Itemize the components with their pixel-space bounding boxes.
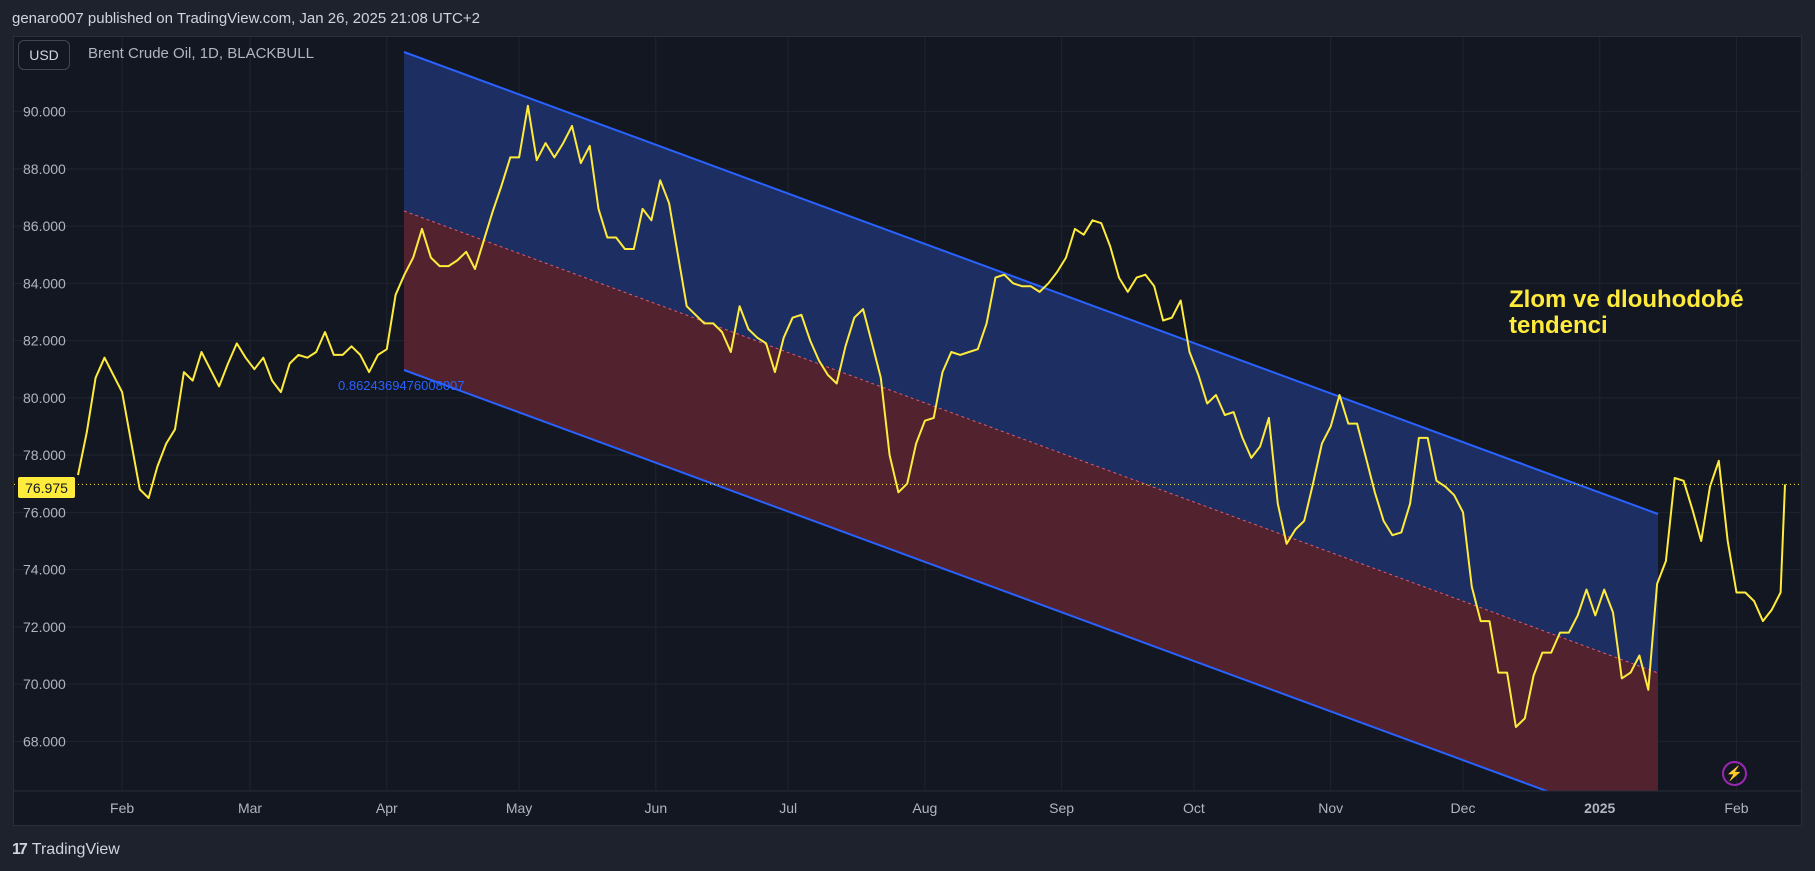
x-tick-label: Apr: [376, 800, 398, 816]
x-tick-label: Dec: [1451, 800, 1476, 816]
annotation-line-1: Zlom ve dlouhodobé: [1509, 286, 1744, 313]
x-tick-label: Mar: [238, 800, 262, 816]
y-tick-label: 74.000: [23, 562, 66, 578]
x-tick-label: Sep: [1049, 800, 1074, 816]
footer-branding[interactable]: 17 TradingView: [12, 839, 120, 861]
chart-annotation[interactable]: Zlom ve dlouhodobé tendenci: [1509, 287, 1789, 339]
tradingview-logo-icon: 17: [12, 841, 28, 858]
x-tick-label: May: [506, 800, 532, 816]
footer-brand-name: TradingView: [31, 841, 120, 858]
channel-mid-line: [403, 210, 1659, 674]
current-price-label: 76.975: [18, 477, 75, 498]
y-tick-label: 70.000: [23, 676, 66, 692]
y-tick-label: 82.000: [23, 333, 66, 349]
y-tick-label: 88.000: [23, 161, 66, 177]
x-tick-label: Jul: [779, 800, 797, 816]
y-tick-label: 80.000: [23, 390, 66, 406]
y-tick-label: 78.000: [23, 447, 66, 463]
x-tick-label: Jun: [645, 800, 668, 816]
y-tick-label: 76.000: [23, 504, 66, 520]
price-chart[interactable]: 90.000 88.000 86.000 84.000 82.000 80.000 78.0…: [0, 0, 1815, 871]
y-axis: 90.000 88.000 86.000 84.000 82.000 80.000 78.0…: [23, 104, 66, 750]
y-tick-label: 90.000: [23, 104, 66, 120]
channel-level-label: 0.8624369476008007: [338, 378, 465, 393]
y-tick-label: 68.000: [23, 733, 66, 749]
currency-button[interactable]: USD: [18, 40, 70, 70]
symbol-title: Brent Crude Oil, 1D, BLACKBULL: [88, 45, 314, 62]
x-tick-label: Oct: [1183, 800, 1205, 816]
x-tick-label: Nov: [1318, 800, 1343, 816]
x-tick-label: Aug: [912, 800, 937, 816]
y-tick-label: 86.000: [23, 218, 66, 234]
lightning-icon[interactable]: ⚡: [1722, 761, 1747, 786]
y-tick-label: 84.000: [23, 275, 66, 291]
x-axis: Feb Mar Apr May Jun Jul Aug Sep Oct Nov Dec 2025 Feb: [14, 790, 1801, 816]
x-tick-label: 2025: [1584, 800, 1615, 816]
x-tick-label: Feb: [1724, 800, 1748, 816]
y-tick-label: 72.000: [23, 619, 66, 635]
annotation-line-2: tendenci: [1509, 312, 1608, 339]
x-tick-label: Feb: [110, 800, 134, 816]
